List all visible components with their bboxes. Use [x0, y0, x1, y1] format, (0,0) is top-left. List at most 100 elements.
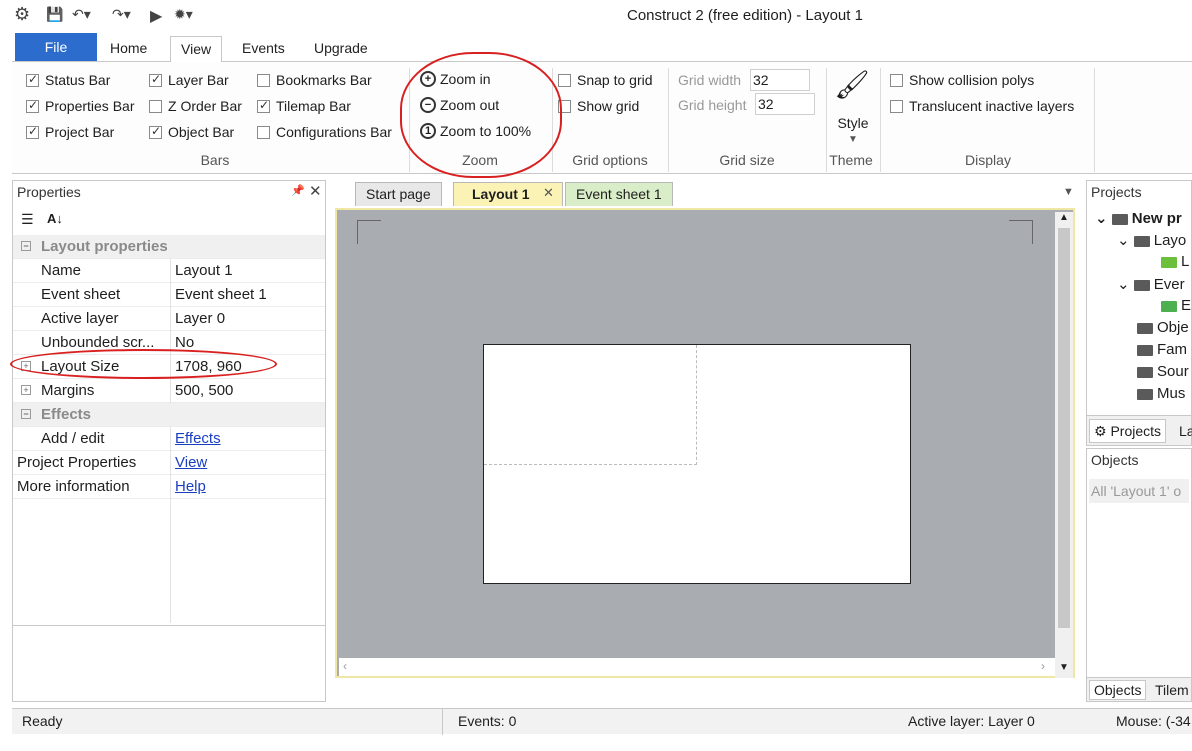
show-collision-toggle[interactable]: Show collision polys [890, 72, 1034, 88]
tab-events[interactable]: Events [232, 36, 295, 62]
margin-corner-marker [1009, 220, 1033, 244]
tree-event-sheets[interactable]: ⌄ Ever [1117, 275, 1185, 293]
effects-category[interactable]: − Effects [13, 403, 325, 427]
scroll-right-icon[interactable]: › [1041, 659, 1045, 673]
layer-bar-toggle[interactable]: Layer Bar [149, 72, 229, 88]
scrollbar-thumb[interactable] [1058, 228, 1070, 628]
tab-home[interactable]: Home [100, 36, 157, 62]
checkbox-icon [257, 125, 270, 139]
status-bar-toggle[interactable]: Status Bar [26, 72, 110, 88]
margin-corner-marker [357, 220, 381, 244]
pin-icon[interactable]: 📌 [291, 184, 305, 197]
save-icon[interactable]: 💾 [46, 6, 63, 23]
collapse-icon[interactable]: − [21, 409, 31, 419]
group-divider [880, 68, 881, 172]
layout-icon [1161, 256, 1177, 268]
tilemap-bar-toggle[interactable]: Tilemap Bar [257, 98, 351, 114]
checkbox-icon [890, 73, 903, 87]
group-divider [1094, 68, 1095, 172]
scroll-up-icon[interactable]: ▲ [1059, 212, 1069, 223]
tree-families[interactable]: Fam [1137, 341, 1187, 358]
effects-link[interactable]: Effects [175, 430, 221, 447]
configurations-bar-toggle[interactable]: Configurations Bar [257, 124, 392, 140]
tree-objects[interactable]: Obje [1137, 319, 1189, 336]
app-gear-icon[interactable]: ⚙ [14, 4, 30, 25]
chevron-down-icon: ⌄ [1117, 232, 1134, 249]
group-divider [668, 68, 669, 172]
tab-projects[interactable]: ⚙ Projects [1089, 419, 1167, 443]
properties-bar-toggle[interactable]: Properties Bar [26, 98, 134, 114]
tab-list-chevron-icon[interactable]: ▼ [1063, 186, 1074, 198]
prop-row-margins[interactable]: + Margins 500, 500 [13, 379, 325, 403]
run-layout-icon[interactable]: ▶ [150, 6, 162, 26]
tree-sounds[interactable]: Sour [1137, 363, 1189, 380]
redo-icon[interactable]: ↷▾ [112, 6, 131, 23]
tab-start-page[interactable]: Start page [355, 182, 442, 206]
chevron-down-icon[interactable]: ▼ [848, 134, 858, 145]
tab-event-sheet-1[interactable]: Event sheet 1 [565, 182, 673, 206]
style-button[interactable]: Style [832, 115, 874, 131]
layout-properties-category[interactable]: − Layout properties [13, 235, 325, 259]
prop-row-project-properties[interactable]: Project Properties View [13, 451, 325, 475]
scroll-left-icon[interactable]: ‹ [343, 659, 347, 673]
z-order-bar-toggle[interactable]: Z Order Bar [149, 98, 242, 114]
close-icon[interactable]: ✕ [309, 182, 322, 200]
layout-editor: Start page Layout 1 ✕ Event sheet 1 ▼ ▲ … [333, 180, 1080, 702]
grid-height-field[interactable]: 32 [755, 93, 815, 115]
collapse-icon[interactable]: − [21, 241, 31, 251]
tab-file[interactable]: File [15, 33, 97, 61]
annotation-ring [400, 52, 562, 178]
prop-row-more-info[interactable]: More information Help [13, 475, 325, 499]
tab-objects[interactable]: Objects [1089, 680, 1147, 700]
objects-title: Objects [1087, 449, 1191, 471]
prop-row-active-layer[interactable]: Active layer Layer 0 [13, 307, 325, 331]
categorized-sort-icon[interactable]: ☰ [21, 211, 34, 228]
checkbox-icon [257, 73, 270, 87]
ribbon-tab-strip: File Home View Events Upgrade [12, 32, 1192, 63]
layout-area[interactable] [483, 344, 911, 584]
status-bar: Ready Events: 0 Active layer: Layer 0 Mo… [12, 708, 1192, 735]
undo-icon[interactable]: ↶▾ [72, 6, 91, 23]
tree-layout-1[interactable]: L [1161, 253, 1189, 270]
layout-canvas[interactable]: ▲ ▼ ‹ › [335, 208, 1075, 678]
tab-layers[interactable]: La [1179, 421, 1192, 441]
tab-view[interactable]: View [170, 36, 223, 63]
grid-width-field[interactable]: 32 [750, 69, 810, 91]
scroll-down-icon[interactable]: ▼ [1059, 662, 1069, 673]
bookmarks-bar-toggle[interactable]: Bookmarks Bar [257, 72, 372, 88]
snap-to-grid-toggle[interactable]: Snap to grid [558, 72, 653, 88]
translucent-layers-toggle[interactable]: Translucent inactive layers [890, 98, 1074, 114]
tree-root[interactable]: ⌄ New pr [1095, 209, 1182, 227]
prop-row-add-edit[interactable]: Add / edit Effects [13, 427, 325, 451]
alphabetical-sort-icon[interactable]: A↓ [47, 211, 63, 226]
view-link[interactable]: View [175, 454, 207, 471]
tree-music[interactable]: Mus [1137, 385, 1185, 402]
tree-layouts[interactable]: ⌄ Layo [1117, 231, 1186, 249]
style-brush-icon[interactable]: 🖌 [832, 68, 872, 101]
debug-bug-icon[interactable]: ✹▾ [174, 6, 193, 23]
close-tab-icon[interactable]: ✕ [543, 185, 554, 201]
prop-row-event-sheet[interactable]: Event sheet Event sheet 1 [13, 283, 325, 307]
status-events-count: Events: 0 [458, 713, 517, 729]
status-divider [442, 709, 443, 735]
project-bar-toggle[interactable]: Project Bar [26, 124, 114, 140]
vertical-scrollbar[interactable]: ▲ ▼ [1055, 212, 1073, 678]
object-bar-toggle[interactable]: Object Bar [149, 124, 234, 140]
expand-icon[interactable]: + [21, 385, 31, 395]
projects-panel: Projects ⌄ New pr ⌄ Layo L ⌄ Ever E Obje… [1086, 180, 1192, 446]
grid-height-label: Grid height [678, 97, 747, 113]
horizontal-scrollbar[interactable]: ‹ › [339, 658, 1055, 676]
folder-icon [1137, 322, 1153, 334]
gear-icon: ⚙ [1094, 423, 1107, 439]
show-grid-toggle[interactable]: Show grid [558, 98, 639, 114]
folder-icon [1111, 213, 1128, 225]
tab-upgrade[interactable]: Upgrade [304, 36, 378, 62]
help-link[interactable]: Help [175, 478, 206, 495]
tree-event-sheet-1[interactable]: E [1161, 297, 1191, 314]
tab-tilemap[interactable]: Tilem [1155, 681, 1189, 699]
prop-row-name[interactable]: Name Layout 1 [13, 259, 325, 283]
checkbox-icon [890, 99, 903, 113]
objects-tab-strip: Objects Tilem [1087, 677, 1191, 701]
objects-filter[interactable]: All 'Layout 1' o [1089, 479, 1189, 503]
projects-tab-strip: ⚙ Projects La [1087, 415, 1192, 445]
